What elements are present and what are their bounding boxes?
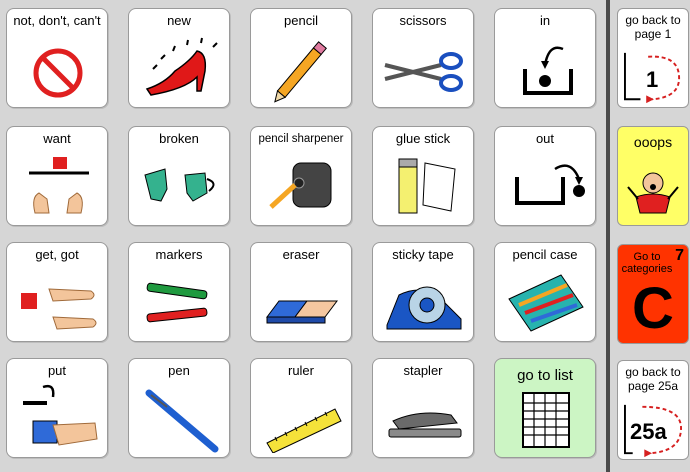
- cell-pencil[interactable]: pencil: [250, 8, 352, 108]
- cell-label: stapler: [403, 363, 443, 378]
- get-icon: [21, 288, 97, 330]
- scissors-icon: [384, 52, 463, 92]
- cell-label: broken: [159, 131, 199, 146]
- cell-label: markers: [155, 247, 203, 262]
- cell-label: scissors: [399, 13, 447, 28]
- surprised-person-icon: [627, 172, 679, 214]
- put-icon: [23, 384, 98, 446]
- markers-icon: [146, 282, 208, 323]
- cell-label: pen: [168, 363, 190, 378]
- cell-label: out: [535, 131, 555, 146]
- cell-label: pencil case: [512, 247, 578, 262]
- cell-put[interactable]: put: [6, 358, 108, 458]
- cell-label: glue stick: [395, 131, 451, 146]
- cell-markers[interactable]: markers: [128, 242, 230, 342]
- pencil-case-icon: [508, 274, 584, 332]
- page-number: 25a: [630, 419, 667, 444]
- go-back-label: go back to page 1: [625, 13, 681, 41]
- pencil-sharpener-icon: [269, 162, 332, 209]
- cell-new[interactable]: new: [128, 8, 230, 108]
- in-icon: [523, 46, 573, 95]
- cell-in[interactable]: in: [494, 8, 596, 108]
- cell-label: get, got: [35, 247, 79, 262]
- go-back-page-1-button[interactable]: go back to page 1 1: [617, 8, 689, 108]
- cell-label: ruler: [287, 363, 314, 378]
- cell-label: eraser: [282, 247, 320, 262]
- cell-label: put: [47, 363, 67, 378]
- prohibited-icon: [33, 48, 83, 98]
- broken-cup-icon: [144, 168, 215, 202]
- tape-dispenser-icon: [386, 286, 462, 330]
- symbol-grid: not, don't, can't new pencil scissors in…: [0, 0, 606, 472]
- cell-broken[interactable]: broken: [128, 126, 230, 226]
- cell-scissors[interactable]: scissors: [372, 8, 474, 108]
- stapler-icon: [388, 412, 462, 438]
- eraser-icon: [266, 300, 338, 324]
- cell-want[interactable]: want: [6, 126, 108, 226]
- cell-go-to-list[interactable]: go to list: [494, 358, 596, 458]
- pen-icon: [145, 389, 219, 453]
- cell-label: pencil sharpener: [258, 133, 344, 145]
- cell-label: in: [539, 13, 551, 28]
- ooops-button[interactable]: ooops: [617, 126, 689, 226]
- category-letter: C: [632, 276, 674, 341]
- go-back-label: go back to page 25a: [625, 365, 681, 393]
- cell-glue-stick[interactable]: glue stick: [372, 126, 474, 226]
- cell-label: want: [43, 131, 71, 146]
- cell-out[interactable]: out: [494, 126, 596, 226]
- cell-pencil-case[interactable]: pencil case: [494, 242, 596, 342]
- cell-not-dont-cant[interactable]: not, don't, can't: [6, 8, 108, 108]
- ruler-icon: [266, 408, 342, 453]
- cell-eraser[interactable]: eraser: [250, 242, 352, 342]
- cell-pencil-sharpener[interactable]: pencil sharpener: [250, 126, 352, 226]
- go-back-page-25a-button[interactable]: go back to page 25a 25a: [617, 360, 689, 460]
- cell-get-got[interactable]: get, got: [6, 242, 108, 342]
- ooops-label: ooops: [633, 134, 673, 150]
- go-to-categories-button[interactable]: Go to categories 7 C: [617, 244, 689, 344]
- cell-sticky-tape[interactable]: sticky tape: [372, 242, 474, 342]
- want-icon: [29, 157, 89, 214]
- shoe-icon: [145, 37, 218, 96]
- cell-stapler[interactable]: stapler: [372, 358, 474, 458]
- page-number: 1: [646, 67, 659, 92]
- glue-stick-icon: [398, 158, 456, 214]
- pencil-icon: [274, 41, 327, 103]
- cell-ruler[interactable]: ruler: [250, 358, 352, 458]
- categories-count: 7: [675, 247, 684, 264]
- out-icon: [515, 164, 585, 205]
- cell-label: sticky tape: [392, 247, 454, 262]
- cell-label: pencil: [284, 13, 318, 28]
- list-table-icon: [522, 392, 570, 448]
- cell-pen[interactable]: pen: [128, 358, 230, 458]
- column-divider: [606, 0, 610, 472]
- categories-label: Go to categories: [621, 251, 673, 275]
- cell-label: new: [167, 13, 191, 28]
- cell-label: not, don't, can't: [13, 13, 101, 28]
